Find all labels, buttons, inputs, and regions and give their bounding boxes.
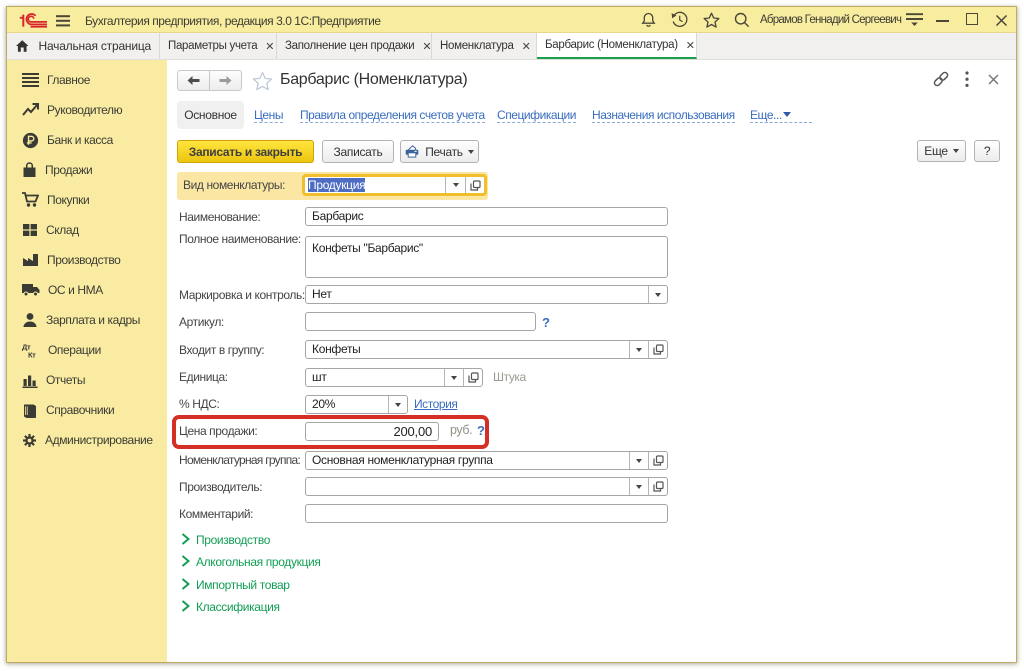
svg-text:Кт: Кт <box>28 351 36 359</box>
